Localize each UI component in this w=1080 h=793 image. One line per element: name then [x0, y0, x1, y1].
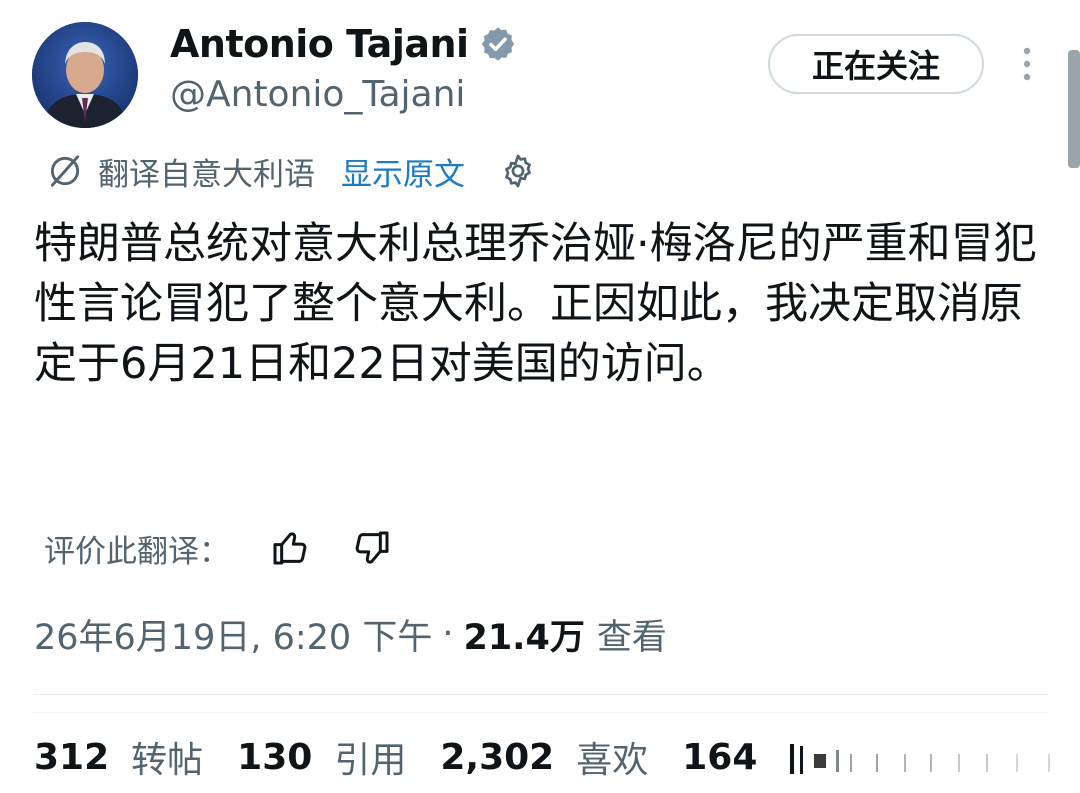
author-name-row: Antonio Tajani [170, 22, 517, 66]
following-button[interactable]: 正在关注 [768, 34, 984, 94]
rate-translation-row: 评价此翻译： [44, 525, 392, 571]
scrollbar[interactable] [1068, 50, 1080, 168]
bookmarks-count: 164 [682, 736, 758, 778]
quotes-label: 引用 [334, 740, 407, 781]
likes-count: 2,302 [440, 736, 555, 778]
quotes-count: 130 [237, 736, 313, 778]
divider [34, 694, 1048, 695]
divider [34, 712, 1048, 713]
reposts-count: 312 [34, 736, 110, 778]
engagement-stats: 312 转帖 130 引用 2,302 喜欢 164 [34, 730, 779, 784]
tweet-text: 特朗普总统对意大利总理乔治娅·梅洛尼的严重和冒犯性言论冒犯了整个意大利。正因如此… [34, 219, 1037, 389]
quotes-stat[interactable]: 130 引用 [237, 731, 406, 783]
meta-separator: · [442, 614, 454, 654]
reposts-stat[interactable]: 312 转帖 [34, 731, 203, 783]
translated-from-label: 翻译自意大利语 [98, 156, 315, 193]
show-original-link[interactable]: 显示原文 [341, 149, 465, 194]
thumbs-down-icon[interactable] [352, 528, 392, 568]
profile-photo [32, 22, 138, 128]
image-artifact [780, 742, 1080, 780]
views-count: 21.4万 [463, 617, 585, 658]
thumbs-up-icon[interactable] [270, 528, 310, 568]
timestamp[interactable]: 26年6月19日, 6:20 下午 [34, 609, 432, 660]
reposts-label: 转帖 [131, 740, 204, 781]
gear-icon[interactable] [499, 152, 537, 190]
translation-bar: 翻译自意大利语 显示原文 [46, 148, 537, 194]
likes-stat[interactable]: 2,302 喜欢 [440, 731, 648, 783]
user-handle[interactable]: @Antonio_Tajani [170, 74, 465, 115]
avatar[interactable] [32, 22, 138, 128]
tweet-meta: 26年6月19日, 6:20 下午 · 21.4万 查看 [34, 608, 667, 660]
display-name[interactable]: Antonio Tajani [170, 22, 469, 66]
translate-icon [50, 155, 80, 187]
bookmarks-stat[interactable]: 164 [682, 737, 779, 778]
verified-badge-icon [481, 27, 514, 61]
views-label: 查看 [596, 617, 667, 658]
rate-translation-label: 评价此翻译： [44, 533, 230, 570]
likes-label: 喜欢 [576, 740, 649, 781]
more-vertical-icon[interactable] [1014, 44, 1040, 84]
